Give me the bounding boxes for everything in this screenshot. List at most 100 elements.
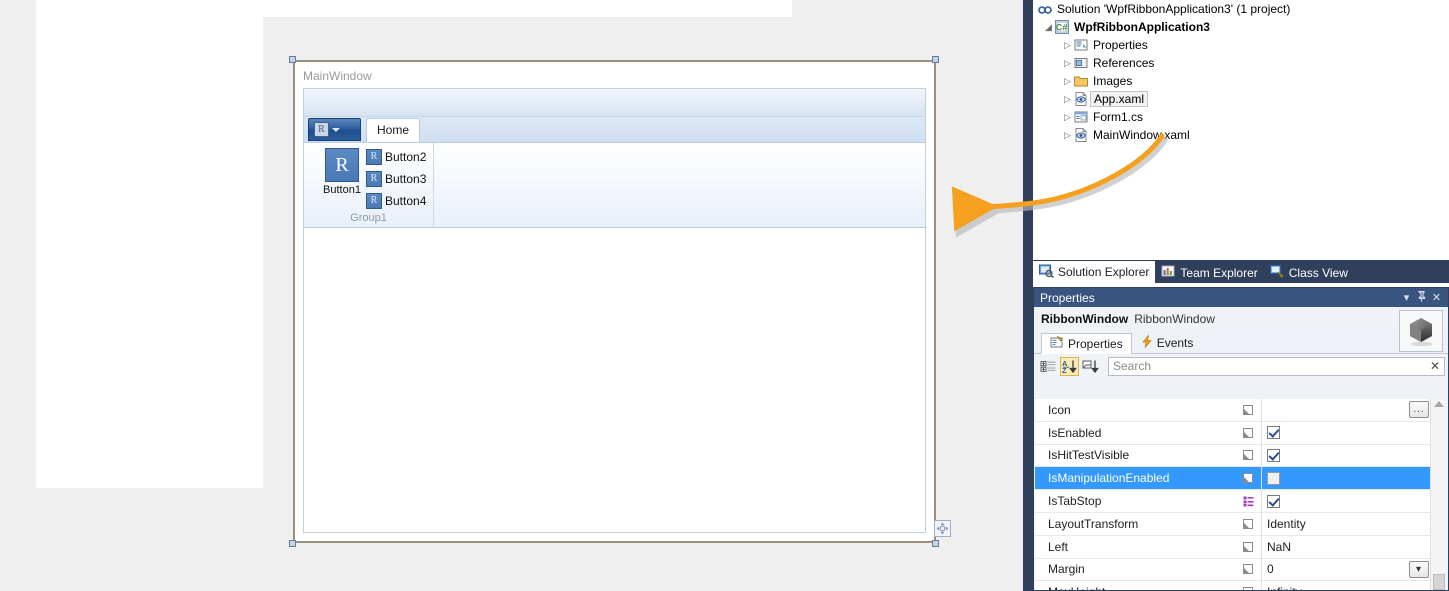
tree-row-references[interactable]: ▷ References bbox=[1033, 54, 1449, 72]
ribbon-button-icon: R bbox=[325, 148, 359, 182]
property-grid[interactable]: Icon ... IsEnabled IsHitTestVisible IsMa… bbox=[1035, 399, 1447, 590]
tree-row-project[interactable]: ◢ C# WpfRibbonApplication3 bbox=[1033, 18, 1449, 36]
tab-home[interactable]: Home bbox=[366, 118, 420, 142]
tool-window-tab-strip[interactable]: Solution Explorer Team Explorer Class Vi… bbox=[1033, 260, 1449, 283]
property-row-isenabled[interactable]: IsEnabled bbox=[1035, 421, 1447, 445]
svg-text:C#: C# bbox=[1056, 23, 1068, 33]
property-row-layouttransform[interactable]: LayoutTransform Identity bbox=[1035, 512, 1447, 536]
close-icon[interactable]: ✕ bbox=[1429, 291, 1444, 304]
column-separator bbox=[1261, 399, 1262, 421]
expand-triangle-icon[interactable]: ▷ bbox=[1062, 58, 1073, 69]
property-marker-databinding-icon[interactable] bbox=[1235, 496, 1261, 507]
property-marker-square-icon[interactable] bbox=[1235, 564, 1261, 575]
tree-row-properties[interactable]: ▷ Properties bbox=[1033, 36, 1449, 54]
property-marker-square-icon[interactable] bbox=[1235, 541, 1261, 552]
tree-label: WpfRibbonApplication3 bbox=[1074, 20, 1210, 34]
expand-triangle-icon[interactable]: ▷ bbox=[1062, 112, 1073, 123]
search-input[interactable]: Search ✕ bbox=[1108, 356, 1445, 376]
properties-tab-strip[interactable]: Properties Events bbox=[1034, 331, 1448, 354]
selection-handle-bottom-right[interactable] bbox=[932, 540, 939, 547]
application-menu-button[interactable]: R bbox=[308, 118, 361, 141]
pin-icon[interactable] bbox=[1414, 290, 1429, 305]
ellipsis-editor-button[interactable]: ... bbox=[1409, 401, 1429, 419]
team-explorer-icon bbox=[1161, 264, 1176, 281]
scroll-up-arrow-icon[interactable] bbox=[1434, 401, 1444, 407]
tree-label: Properties bbox=[1093, 38, 1148, 52]
property-marker-square-icon[interactable] bbox=[1235, 473, 1261, 484]
tab-properties[interactable]: Properties bbox=[1041, 333, 1132, 354]
solution-explorer-tree[interactable]: Solution 'WpfRibbonApplication3' (1 proj… bbox=[1033, 0, 1449, 260]
resize-grip[interactable] bbox=[934, 520, 951, 537]
tab-events[interactable]: Events bbox=[1132, 332, 1203, 353]
tree-row-mainwindow-xaml[interactable]: ▷ MainWindow.xaml bbox=[1033, 126, 1449, 144]
ribbon-small-button-button3[interactable]: R Button3 bbox=[366, 168, 426, 189]
category-sort-button[interactable] bbox=[1039, 357, 1058, 376]
collapse-triangle-icon[interactable]: ◢ bbox=[1043, 22, 1054, 33]
expand-triangle-icon[interactable]: ▷ bbox=[1062, 76, 1073, 87]
tree-row-app-xaml[interactable]: ▷ App.xaml bbox=[1033, 90, 1449, 108]
checkbox-unchecked-icon[interactable] bbox=[1267, 471, 1280, 485]
selection-handle-top-right[interactable] bbox=[932, 56, 939, 63]
tab-class-view[interactable]: Class View bbox=[1264, 262, 1354, 283]
property-value[interactable] bbox=[1261, 471, 1447, 485]
property-marker-square-icon[interactable] bbox=[1235, 450, 1261, 461]
dropdown-editor-button[interactable]: ▾ bbox=[1409, 560, 1429, 578]
property-marker-square-icon[interactable] bbox=[1235, 587, 1261, 590]
property-row-istabstop[interactable]: IsTabStop bbox=[1035, 490, 1447, 513]
ribbon-small-button-button2[interactable]: R Button2 bbox=[366, 146, 426, 167]
property-value[interactable] bbox=[1261, 426, 1447, 440]
property-value[interactable]: Identity bbox=[1261, 517, 1447, 531]
ribbon-tab-strip[interactable]: R Home bbox=[304, 117, 925, 142]
scrollbar-thumb[interactable] bbox=[1433, 574, 1445, 590]
selection-handle-bottom-left[interactable] bbox=[289, 540, 296, 547]
properties-window: Properties ▾ ✕ RibbonWindow RibbonWindow bbox=[1033, 287, 1449, 591]
property-marker-square-icon[interactable] bbox=[1235, 404, 1261, 415]
property-row-margin[interactable]: Margin 0 ▾ bbox=[1035, 558, 1447, 582]
ribbon-button-label: Button3 bbox=[385, 171, 427, 186]
tab-solution-explorer[interactable]: Solution Explorer bbox=[1033, 261, 1156, 283]
checkbox-checked-icon[interactable] bbox=[1267, 494, 1280, 508]
object-thumbnail bbox=[1399, 310, 1443, 352]
property-value[interactable] bbox=[1261, 448, 1447, 462]
property-value[interactable]: NaN bbox=[1261, 540, 1447, 554]
properties-titlebar: Properties ▾ ✕ bbox=[1034, 288, 1448, 307]
property-row-ishittestvisible[interactable]: IsHitTestVisible bbox=[1035, 444, 1447, 468]
toolbox-panel[interactable] bbox=[36, 0, 263, 488]
property-row-ismanipulationenabled[interactable]: IsManipulationEnabled bbox=[1035, 467, 1447, 491]
tree-row-solution-root[interactable]: Solution 'WpfRibbonApplication3' (1 proj… bbox=[1033, 0, 1449, 18]
property-value[interactable] bbox=[1261, 494, 1447, 508]
window-content-area[interactable] bbox=[304, 228, 925, 523]
dropdown-icon[interactable]: ▾ bbox=[1399, 291, 1414, 304]
ribbon-group-label: Group1 bbox=[350, 212, 387, 224]
ribbon-small-button-button4[interactable]: R Button4 bbox=[366, 190, 426, 211]
column-separator bbox=[1261, 490, 1262, 512]
events-lightning-icon bbox=[1141, 333, 1153, 351]
properties-toolbar[interactable]: A Z Search ✕ bbox=[1034, 354, 1448, 378]
property-grid-scrollbar[interactable] bbox=[1430, 399, 1447, 590]
tab-team-explorer[interactable]: Team Explorer bbox=[1155, 262, 1263, 283]
alphabetical-sort-button[interactable]: A Z bbox=[1060, 356, 1079, 376]
tree-row-images[interactable]: ▷ Images bbox=[1033, 72, 1449, 90]
designer-area: MainWindow R Home R Button1 R Button2 R … bbox=[0, 0, 1023, 591]
property-row-left[interactable]: Left NaN bbox=[1035, 535, 1447, 559]
tree-label: References bbox=[1093, 56, 1155, 70]
ribbon-window-preview[interactable]: MainWindow R Home R Button1 R Button2 R … bbox=[293, 60, 936, 543]
tree-row-form1-cs[interactable]: ▷ Form1.cs bbox=[1033, 108, 1449, 126]
property-pages-button[interactable] bbox=[1081, 357, 1100, 376]
column-separator bbox=[1261, 467, 1262, 490]
expand-triangle-icon[interactable]: ▷ bbox=[1062, 40, 1073, 51]
expand-triangle-icon[interactable]: ▷ bbox=[1062, 130, 1073, 141]
ribbon-control[interactable]: R Home R Button1 R Button2 R Button3 R B… bbox=[303, 88, 926, 533]
property-marker-square-icon[interactable] bbox=[1235, 518, 1261, 529]
property-row-maxheight[interactable]: MaxHeight Infinity bbox=[1035, 581, 1447, 590]
property-row-icon[interactable]: Icon ... bbox=[1035, 399, 1447, 422]
property-marker-square-icon[interactable] bbox=[1235, 427, 1261, 438]
checkbox-checked-icon[interactable] bbox=[1267, 448, 1280, 462]
property-value[interactable]: Infinity bbox=[1261, 585, 1447, 590]
checkbox-checked-icon[interactable] bbox=[1267, 426, 1280, 440]
expand-triangle-icon[interactable]: ▷ bbox=[1062, 94, 1073, 105]
quick-access-toolbar[interactable] bbox=[304, 89, 925, 117]
selection-handle-top-left[interactable] bbox=[289, 56, 296, 63]
clear-search-icon[interactable]: ✕ bbox=[1430, 359, 1440, 373]
ribbon-large-button-button1[interactable]: R Button1 bbox=[314, 148, 370, 196]
